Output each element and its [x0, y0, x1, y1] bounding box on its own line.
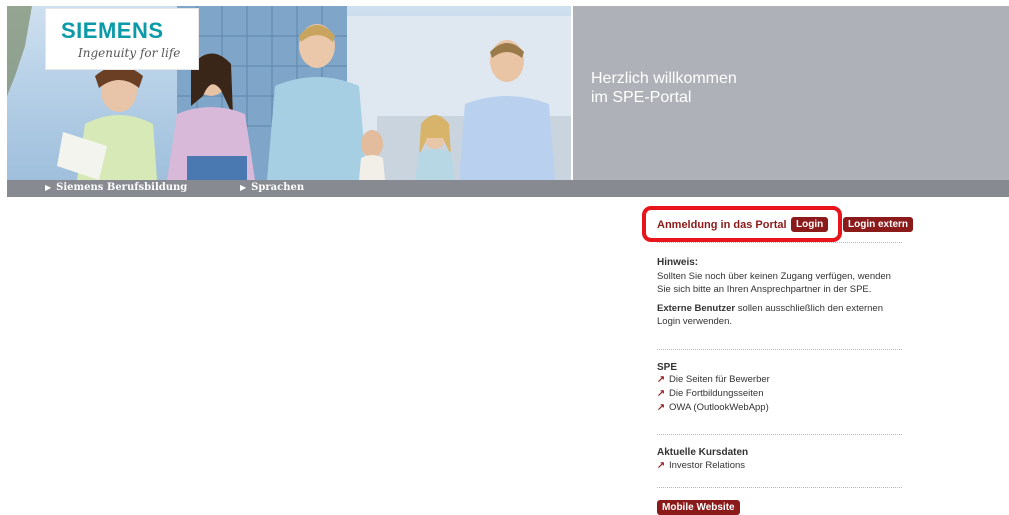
nav-item-label: Siemens Berufsbildung — [56, 182, 188, 193]
welcome-text: Herzlich willkommen im SPE-Portal — [591, 69, 737, 107]
nav-item-label: Sprachen — [251, 182, 305, 193]
triangle-right-icon: ▶ — [240, 182, 247, 192]
extern-note: Externe Benutzer sollen ausschließlich d… — [657, 303, 883, 316]
link-investor-relations[interactable]: ↗ Investor Relations — [657, 460, 745, 471]
logo-wordmark: SIEMENS — [61, 18, 164, 43]
divider — [657, 349, 902, 350]
logo-tagline: Ingenuity for life — [78, 46, 181, 60]
link-label: OWA (OutlookWebApp) — [668, 402, 769, 413]
nav-item-siemens-berufsbildung[interactable]: ▶ Siemens Berufsbildung — [45, 182, 187, 193]
mobile-website-button[interactable]: Mobile Website — [657, 500, 740, 515]
welcome-line-2: im SPE-Portal — [591, 89, 692, 106]
divider — [657, 242, 902, 243]
siemens-logo[interactable]: SIEMENS Ingenuity for life — [45, 8, 199, 70]
welcome-panel: Herzlich willkommen im SPE-Portal — [573, 6, 1009, 180]
login-label: Anmeldung in das Portal — [657, 219, 787, 231]
login-extern-button[interactable]: Login extern — [843, 217, 914, 232]
extern-rest: sollen ausschließlich den externen — [735, 303, 884, 314]
divider — [657, 487, 902, 488]
kursdaten-heading: Aktuelle Kursdaten — [657, 447, 749, 458]
arrow-up-right-icon: ↗ — [657, 460, 665, 471]
extern-bold: Externe Benutzer — [657, 303, 736, 314]
spe-heading: SPE — [657, 362, 678, 373]
extern-note-line-2: Login verwenden. — [657, 316, 732, 327]
welcome-line-1: Herzlich willkommen — [591, 70, 737, 87]
divider — [657, 434, 902, 435]
link-fortbildung[interactable]: ↗ Die Fortbildungsseiten — [657, 388, 764, 399]
hinweis-line-2: Sie sich bitte an Ihren Ansprechpartner … — [657, 284, 872, 295]
nav-item-sprachen[interactable]: ▶ Sprachen — [240, 182, 304, 193]
hinweis-line-1: Sollten Sie noch über keinen Zugang verf… — [657, 271, 891, 282]
link-label: Die Fortbildungsseiten — [668, 388, 764, 399]
triangle-right-icon: ▶ — [45, 182, 52, 192]
hero-image: SIEMENS Ingenuity for life — [7, 6, 571, 180]
link-bewerber[interactable]: ↗ Die Seiten für Bewerber — [657, 374, 770, 385]
arrow-up-right-icon: ↗ — [657, 388, 665, 399]
hinweis-heading: Hinweis: — [657, 257, 699, 268]
arrow-up-right-icon: ↗ — [657, 374, 665, 385]
page-header: SIEMENS Ingenuity for life Herzlich will… — [7, 6, 1009, 180]
link-owa[interactable]: ↗ OWA (OutlookWebApp) — [657, 402, 769, 413]
arrow-up-right-icon: ↗ — [657, 402, 665, 413]
link-label: Investor Relations — [668, 460, 746, 471]
main-nav: ▶ Siemens Berufsbildung ▶ Sprachen — [7, 180, 1009, 197]
login-button[interactable]: Login — [791, 217, 829, 232]
link-label: Die Seiten für Bewerber — [668, 374, 770, 385]
